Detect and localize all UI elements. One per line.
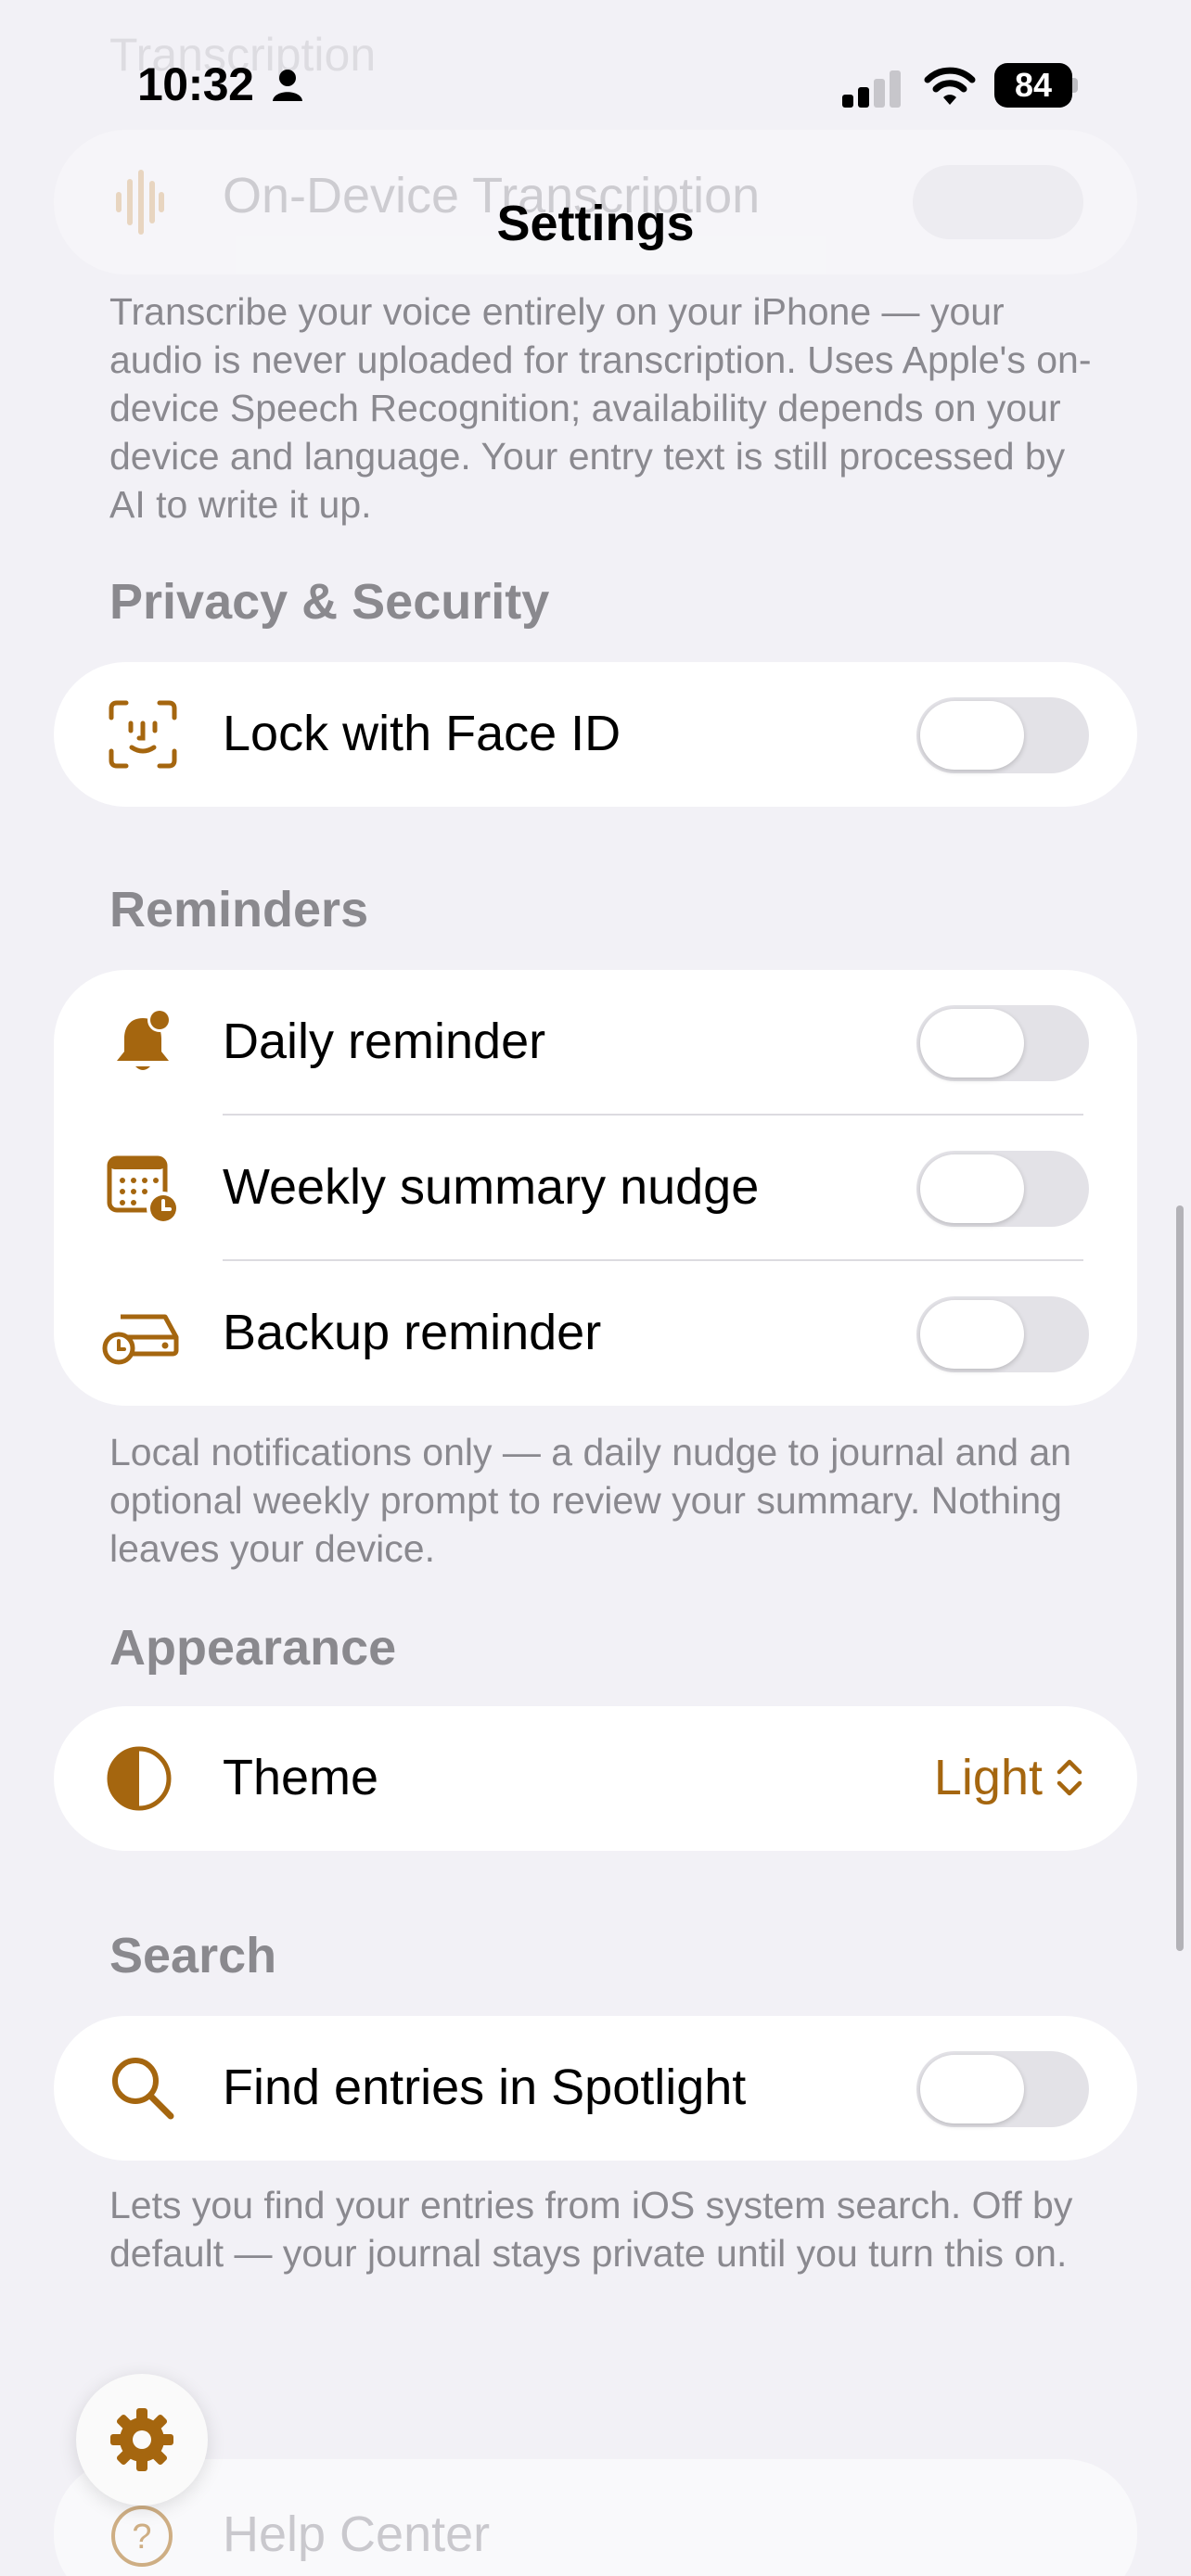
circle-lefthalf-filled-icon [107, 1746, 172, 1811]
external-drive-clock-icon [102, 1314, 179, 1365]
battery-indicator: 84 [994, 63, 1080, 108]
appearance-section-header: Appearance [109, 1620, 397, 1676]
page-title: Settings [496, 196, 695, 251]
help-center-label: Help Center [223, 2506, 491, 2562]
spotlight-toggle[interactable] [916, 2051, 1089, 2127]
daily-reminder-label: Daily reminder [223, 1014, 546, 1069]
backup-reminder-toggle[interactable] [916, 1296, 1089, 1372]
chevron-up-down-icon [1057, 1759, 1082, 1796]
backup-reminder-row[interactable]: Backup reminder [54, 1261, 1137, 1406]
person-icon [272, 70, 302, 101]
face-id-row[interactable]: Lock with Face ID [54, 662, 1137, 807]
scroll-indicator[interactable] [1176, 1205, 1184, 1951]
backup-reminder-label: Backup reminder [223, 1305, 602, 1360]
wifi-icon [924, 67, 976, 105]
face-id-toggle[interactable] [916, 697, 1089, 773]
gear-icon [110, 2408, 173, 2471]
magnifying-glass-icon [112, 2058, 174, 2120]
weekly-summary-toggle[interactable] [916, 1151, 1089, 1227]
face-id-label: Lock with Face ID [223, 706, 621, 761]
bell-badge-icon [117, 1008, 172, 1070]
privacy-section-header: Privacy & Security [109, 574, 550, 630]
weekly-summary-row[interactable]: Weekly summary nudge [54, 1116, 1137, 1260]
search-card: Find entries in Spotlight [54, 2016, 1137, 2161]
question-circle-icon: ? [111, 2506, 173, 2567]
daily-reminder-toggle[interactable] [916, 1005, 1089, 1081]
svg-text:?: ? [132, 2518, 151, 2557]
theme-label: Theme [223, 1750, 379, 1805]
settings-tab-button[interactable] [76, 2374, 208, 2506]
face-id-icon [109, 700, 177, 769]
weekly-summary-label: Weekly summary nudge [223, 1159, 760, 1215]
transcription-footnote: Transcribe your voice entirely on your i… [109, 290, 1092, 526]
daily-reminder-row[interactable]: Daily reminder [54, 970, 1137, 1115]
appearance-card: Theme Light [54, 1706, 1137, 1851]
spotlight-label: Find entries in Spotlight [223, 2060, 747, 2115]
theme-row[interactable]: Theme Light [54, 1706, 1137, 1851]
cellular-signal-icon [842, 70, 901, 108]
reminders-card: Daily reminder Weekly summary nudge Back… [54, 970, 1137, 1406]
reminders-footnote: Local notifications only — a daily nudge… [109, 1431, 1072, 1570]
status-time: 10:32 [137, 57, 303, 111]
help-center-row[interactable] [54, 2459, 1137, 2576]
search-footnote: Lets you find your entries from iOS syst… [109, 2184, 1073, 2275]
search-section-header: Search [109, 1928, 277, 1983]
theme-picker[interactable]: Light [934, 1749, 1083, 1806]
privacy-card: Lock with Face ID [54, 662, 1137, 807]
calendar-clock-icon [107, 1155, 180, 1225]
battery-level: 84 [1014, 66, 1053, 104]
theme-value: Light [933, 1750, 1043, 1805]
spotlight-row[interactable]: Find entries in Spotlight [54, 2016, 1137, 2161]
reminders-section-header: Reminders [109, 882, 369, 937]
